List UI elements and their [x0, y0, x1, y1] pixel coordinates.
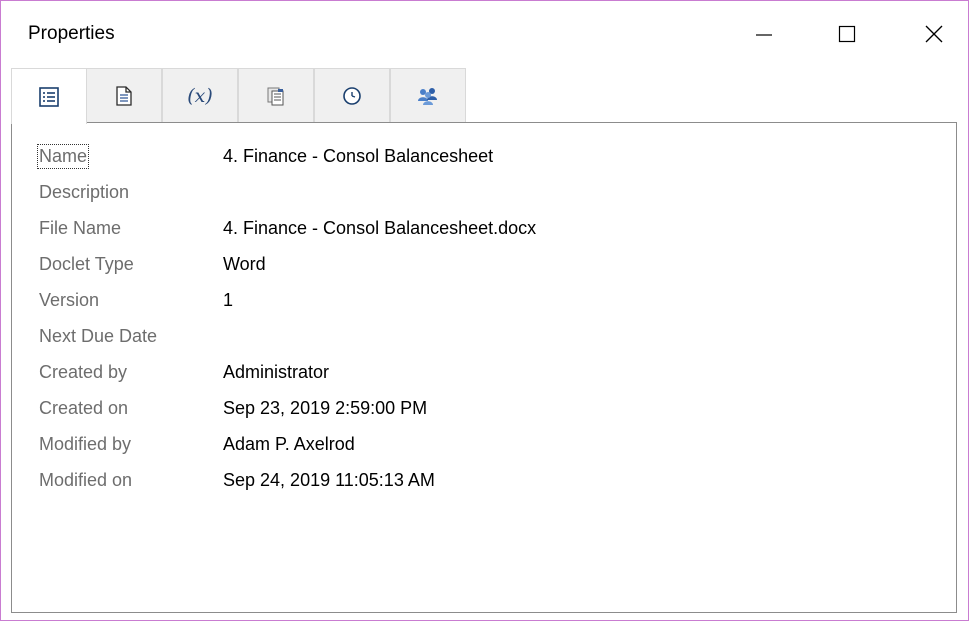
book-pages-icon: [265, 85, 287, 107]
tab-document[interactable]: [86, 68, 162, 122]
tab-variables[interactable]: (x): [162, 68, 238, 122]
property-row: Name 4. Finance - Consol Balancesheet: [12, 139, 956, 175]
property-label[interactable]: Version: [39, 290, 99, 311]
property-value: Sep 23, 2019 2:59:00 PM: [223, 398, 428, 418]
property-label[interactable]: Name: [36, 144, 90, 169]
property-row: Version 1: [12, 283, 956, 319]
property-value: Administrator: [223, 362, 330, 382]
users-group-icon: [416, 85, 440, 107]
window-title: Properties: [28, 23, 115, 44]
property-value: Sep 24, 2019 11:05:13 AM: [223, 470, 435, 490]
properties-panel: Name 4. Finance - Consol Balancesheet De…: [11, 122, 957, 613]
property-label[interactable]: Created by: [39, 362, 127, 383]
tab-users[interactable]: [390, 68, 466, 122]
maximize-button[interactable]: [824, 9, 870, 59]
property-row: Created by Administrator: [12, 355, 956, 391]
maximize-icon: [838, 25, 856, 43]
tab-book[interactable]: [238, 68, 314, 122]
tab-general[interactable]: [11, 68, 87, 124]
property-label[interactable]: Doclet Type: [39, 254, 134, 275]
minimize-button[interactable]: [741, 9, 787, 59]
title-bar[interactable]: Properties: [1, 1, 968, 65]
property-value: 4. Finance - Consol Balancesheet.docx: [223, 218, 537, 238]
property-label[interactable]: Modified on: [39, 470, 132, 491]
close-icon: [925, 25, 943, 43]
property-value: Adam P. Axelrod: [223, 434, 355, 454]
close-button[interactable]: [911, 9, 957, 59]
property-value: 4. Finance - Consol Balancesheet: [223, 146, 494, 166]
property-label[interactable]: File Name: [39, 218, 121, 239]
properties-window: Properties (x) Name 4. Finance - Consol …: [0, 0, 969, 621]
property-label[interactable]: Next Due Date: [39, 326, 157, 347]
property-label[interactable]: Modified by: [39, 434, 131, 455]
property-list-icon: [38, 86, 60, 108]
variable-icon: (x): [187, 84, 213, 107]
property-label[interactable]: Created on: [39, 398, 128, 419]
property-value: 1: [223, 290, 234, 310]
property-value: Word: [223, 254, 266, 274]
property-row: Modified on Sep 24, 2019 11:05:13 AM: [12, 463, 956, 499]
property-row: Doclet Type Word: [12, 247, 956, 283]
property-row: Description: [12, 175, 956, 211]
tab-history[interactable]: [314, 68, 390, 122]
property-row: Modified by Adam P. Axelrod: [12, 427, 956, 463]
property-row: Next Due Date: [12, 319, 956, 355]
property-row: Created on Sep 23, 2019 2:59:00 PM: [12, 391, 956, 427]
minimize-icon: [756, 34, 772, 36]
document-icon: [113, 85, 135, 107]
clock-icon: [341, 85, 363, 107]
property-label[interactable]: Description: [39, 182, 129, 203]
property-row: File Name 4. Finance - Consol Balanceshe…: [12, 211, 956, 247]
